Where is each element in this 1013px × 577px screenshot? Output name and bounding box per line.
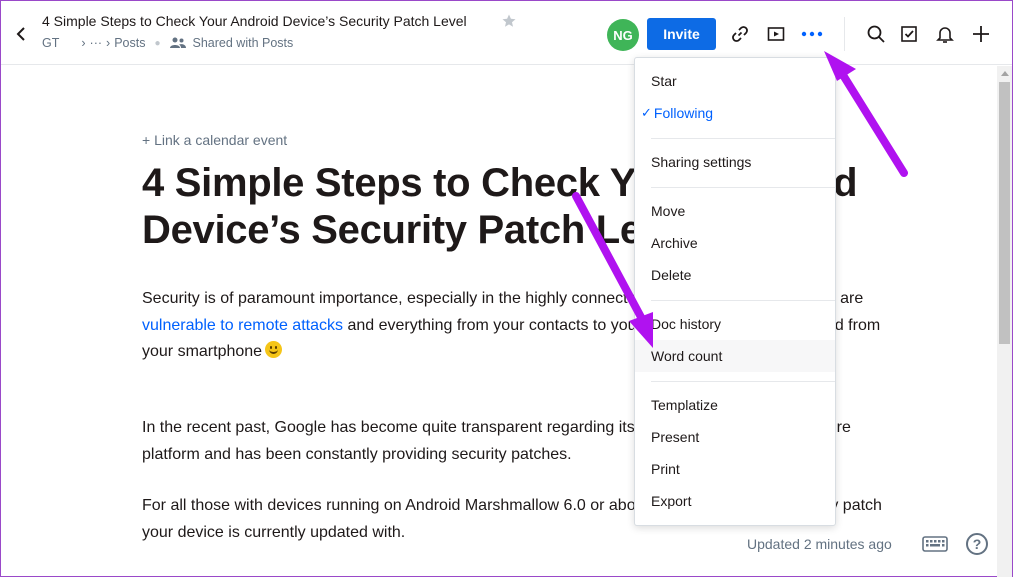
menu-divider xyxy=(651,138,835,139)
breadcrumb: GT › ··· › Posts ● Shared with Posts xyxy=(42,36,293,50)
breadcrumb-separator: › xyxy=(81,36,86,50)
back-button[interactable] xyxy=(11,21,31,47)
help-button[interactable]: ? xyxy=(966,533,988,555)
header-divider xyxy=(844,17,845,51)
avatar[interactable]: NG xyxy=(607,19,639,51)
breadcrumb-root[interactable]: GT xyxy=(42,36,59,50)
menu-item-print[interactable]: Print xyxy=(635,453,835,485)
menu-item-word-count[interactable]: Word count xyxy=(635,340,835,372)
smile-emoji-icon xyxy=(265,341,283,358)
invite-button[interactable]: Invite xyxy=(647,18,716,50)
menu-item-following[interactable]: ✓ Following xyxy=(635,97,835,129)
create-button[interactable] xyxy=(969,22,993,46)
people-icon xyxy=(169,37,186,49)
menu-item-star[interactable]: Star xyxy=(635,65,835,97)
plus-icon xyxy=(973,26,989,42)
menu-divider xyxy=(651,187,835,188)
updated-status: Updated 2 minutes ago xyxy=(747,536,892,552)
bell-icon xyxy=(936,27,954,43)
doc-body: + Link a calendar event 4 Simple Steps t… xyxy=(1,66,997,577)
check-icon: ✓ xyxy=(641,105,652,120)
checkbox-icon xyxy=(901,26,917,42)
doc-title: 4 Simple Steps to Check Your Android Dev… xyxy=(42,13,467,29)
present-icon xyxy=(767,27,785,41)
more-options-menu: Star ✓ Following Sharing settings Move Ar… xyxy=(634,57,836,526)
menu-item-move[interactable]: Move xyxy=(635,195,835,227)
link-calendar-event[interactable]: + Link a calendar event xyxy=(142,132,287,148)
search-icon xyxy=(867,25,885,43)
menu-item-delete[interactable]: Delete xyxy=(635,259,835,291)
doc-header: 4 Simple Steps to Check Your Android Dev… xyxy=(1,1,1012,65)
link-icon xyxy=(732,26,748,42)
breadcrumb-ellipsis[interactable]: ··· xyxy=(90,36,103,50)
more-icon xyxy=(801,31,823,37)
inline-link[interactable]: vulnerable to remote attacks xyxy=(142,317,343,334)
scrollbar-thumb[interactable] xyxy=(999,82,1010,344)
more-options-button[interactable] xyxy=(800,22,824,46)
search-button[interactable] xyxy=(864,22,888,46)
menu-divider xyxy=(651,300,835,301)
keyboard-icon[interactable] xyxy=(922,534,948,554)
breadcrumb-folder[interactable]: Posts xyxy=(114,36,145,50)
breadcrumb-separator: › xyxy=(106,36,111,50)
menu-item-present[interactable]: Present xyxy=(635,421,835,453)
star-icon[interactable] xyxy=(501,13,517,29)
menu-item-doc-history[interactable]: Doc history xyxy=(635,308,835,340)
menu-item-templatize[interactable]: Templatize xyxy=(635,389,835,421)
copy-link-button[interactable] xyxy=(728,22,752,46)
notifications-button[interactable] xyxy=(933,22,957,46)
menu-divider xyxy=(651,381,835,382)
menu-item-export[interactable]: Export xyxy=(635,485,835,517)
tasks-button[interactable] xyxy=(897,22,921,46)
chevron-left-icon xyxy=(16,27,25,41)
menu-item-sharing-settings[interactable]: Sharing settings xyxy=(635,146,835,178)
present-button[interactable] xyxy=(764,22,788,46)
scrollbar[interactable] xyxy=(997,66,1012,577)
menu-item-archive[interactable]: Archive xyxy=(635,227,835,259)
scroll-up-arrow-icon[interactable] xyxy=(1001,71,1009,76)
breadcrumb-dot: ● xyxy=(154,37,161,49)
shared-with-label[interactable]: Shared with Posts xyxy=(193,36,294,50)
